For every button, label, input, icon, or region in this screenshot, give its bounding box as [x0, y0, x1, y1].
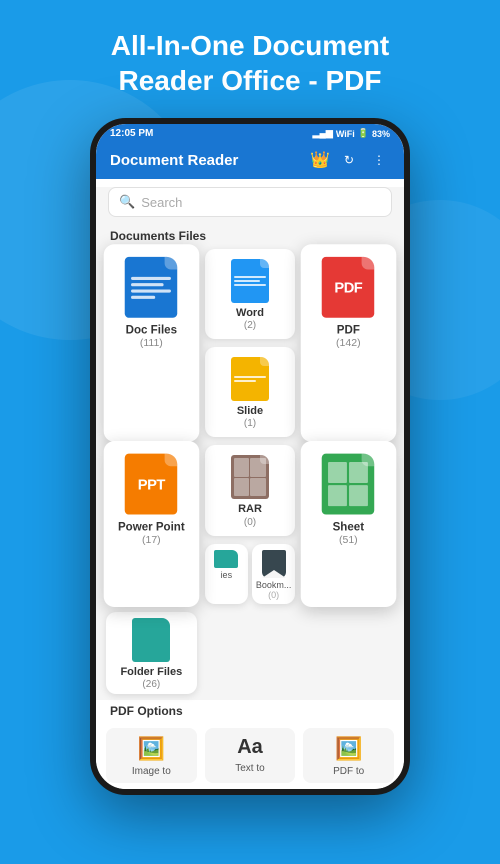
slide-label: Slide	[237, 405, 263, 418]
folder-card[interactable]: ies	[205, 544, 248, 604]
doc-files-label: Doc Files	[126, 324, 177, 338]
app-bar-icons: 👑 ↻ ⋮	[310, 149, 390, 171]
slide-count: (1)	[244, 418, 256, 429]
powerpoint-card[interactable]: PPT Power Point (17)	[104, 441, 199, 607]
slide-card[interactable]: Slide (1)	[205, 347, 296, 437]
image-to-icon: 🖼️	[138, 736, 165, 762]
wifi-icon: WiFi	[336, 129, 355, 139]
more-options-icon[interactable]: ⋮	[368, 149, 390, 171]
text-to-icon: Aa	[237, 736, 263, 759]
bookmark-label: Bookm...	[256, 580, 292, 590]
crown-icon[interactable]: 👑	[310, 150, 330, 170]
status-time: 12:05 PM	[110, 128, 153, 139]
word-card[interactable]: Word (2)	[205, 249, 296, 339]
word-icon	[231, 259, 269, 303]
pdf-to-icon: 🖼️	[335, 736, 362, 762]
pdf-card[interactable]: PDF PDF (142)	[301, 244, 396, 442]
refresh-icon[interactable]: ↻	[338, 149, 360, 171]
doc-files-count: (111)	[140, 338, 163, 350]
rar-card[interactable]: RAR (0)	[205, 445, 296, 535]
doc-files-card[interactable]: Doc Files (111)	[104, 244, 199, 442]
pdf-count: (142)	[336, 338, 361, 350]
powerpoint-label: Power Point	[118, 521, 185, 535]
rar-label: RAR	[238, 503, 262, 516]
battery-percent: 83%	[372, 129, 390, 139]
battery-icon: 🔋	[358, 128, 369, 139]
pdf-options-grid: 🖼️ Image to Aa Text to 🖼️ PDF to	[96, 722, 404, 789]
rar-icon	[231, 455, 269, 499]
image-to-card[interactable]: 🖼️ Image to	[106, 728, 197, 783]
doc-files-icon	[125, 257, 178, 318]
folder-label: ies	[221, 570, 233, 580]
slide-icon	[231, 357, 269, 401]
word-label: Word	[236, 307, 264, 320]
phone-mockup: 12:05 PM ▂▄▆ WiFi 🔋 83% Document Reader …	[0, 118, 500, 795]
folder-files-icon	[132, 618, 170, 662]
pdf-label: PDF	[337, 324, 360, 338]
status-bar: 12:05 PM ▂▄▆ WiFi 🔋 83%	[96, 124, 404, 143]
image-to-label: Image to	[132, 766, 171, 777]
search-placeholder: Search	[141, 195, 182, 210]
text-to-card[interactable]: Aa Text to	[205, 728, 296, 783]
bookmark-count: (0)	[268, 590, 279, 600]
rar-count: (0)	[244, 517, 256, 528]
folder-files-count: (26)	[142, 679, 160, 690]
pdf-options-header: PDF Options	[96, 700, 404, 722]
bookmark-card[interactable]: Bookm... (0)	[252, 544, 295, 604]
folder-files-card[interactable]: Folder Files (26)	[106, 612, 197, 694]
sheet-count: (51)	[339, 535, 358, 547]
powerpoint-icon: PPT	[125, 454, 178, 515]
sheet-icon	[322, 454, 375, 515]
pdf-to-label: PDF to	[333, 766, 364, 777]
pdf-to-card[interactable]: 🖼️ PDF to	[303, 728, 394, 783]
word-count: (2)	[244, 320, 256, 331]
search-icon: 🔍	[119, 194, 135, 210]
app-bar-title: Document Reader	[110, 152, 238, 169]
status-icons: ▂▄▆ WiFi 🔋 83%	[313, 128, 390, 139]
sheet-label: Sheet	[333, 521, 364, 535]
pdf-icon: PDF	[322, 257, 375, 318]
search-bar[interactable]: 🔍 Search	[108, 187, 392, 217]
signal-icon: ▂▄▆	[313, 128, 333, 139]
sheet-card[interactable]: Sheet (51)	[301, 441, 396, 607]
app-bar: Document Reader 👑 ↻ ⋮	[96, 143, 404, 179]
powerpoint-count: (17)	[142, 535, 161, 547]
folder-files-label: Folder Files	[120, 666, 182, 679]
text-to-label: Text to	[235, 763, 264, 774]
